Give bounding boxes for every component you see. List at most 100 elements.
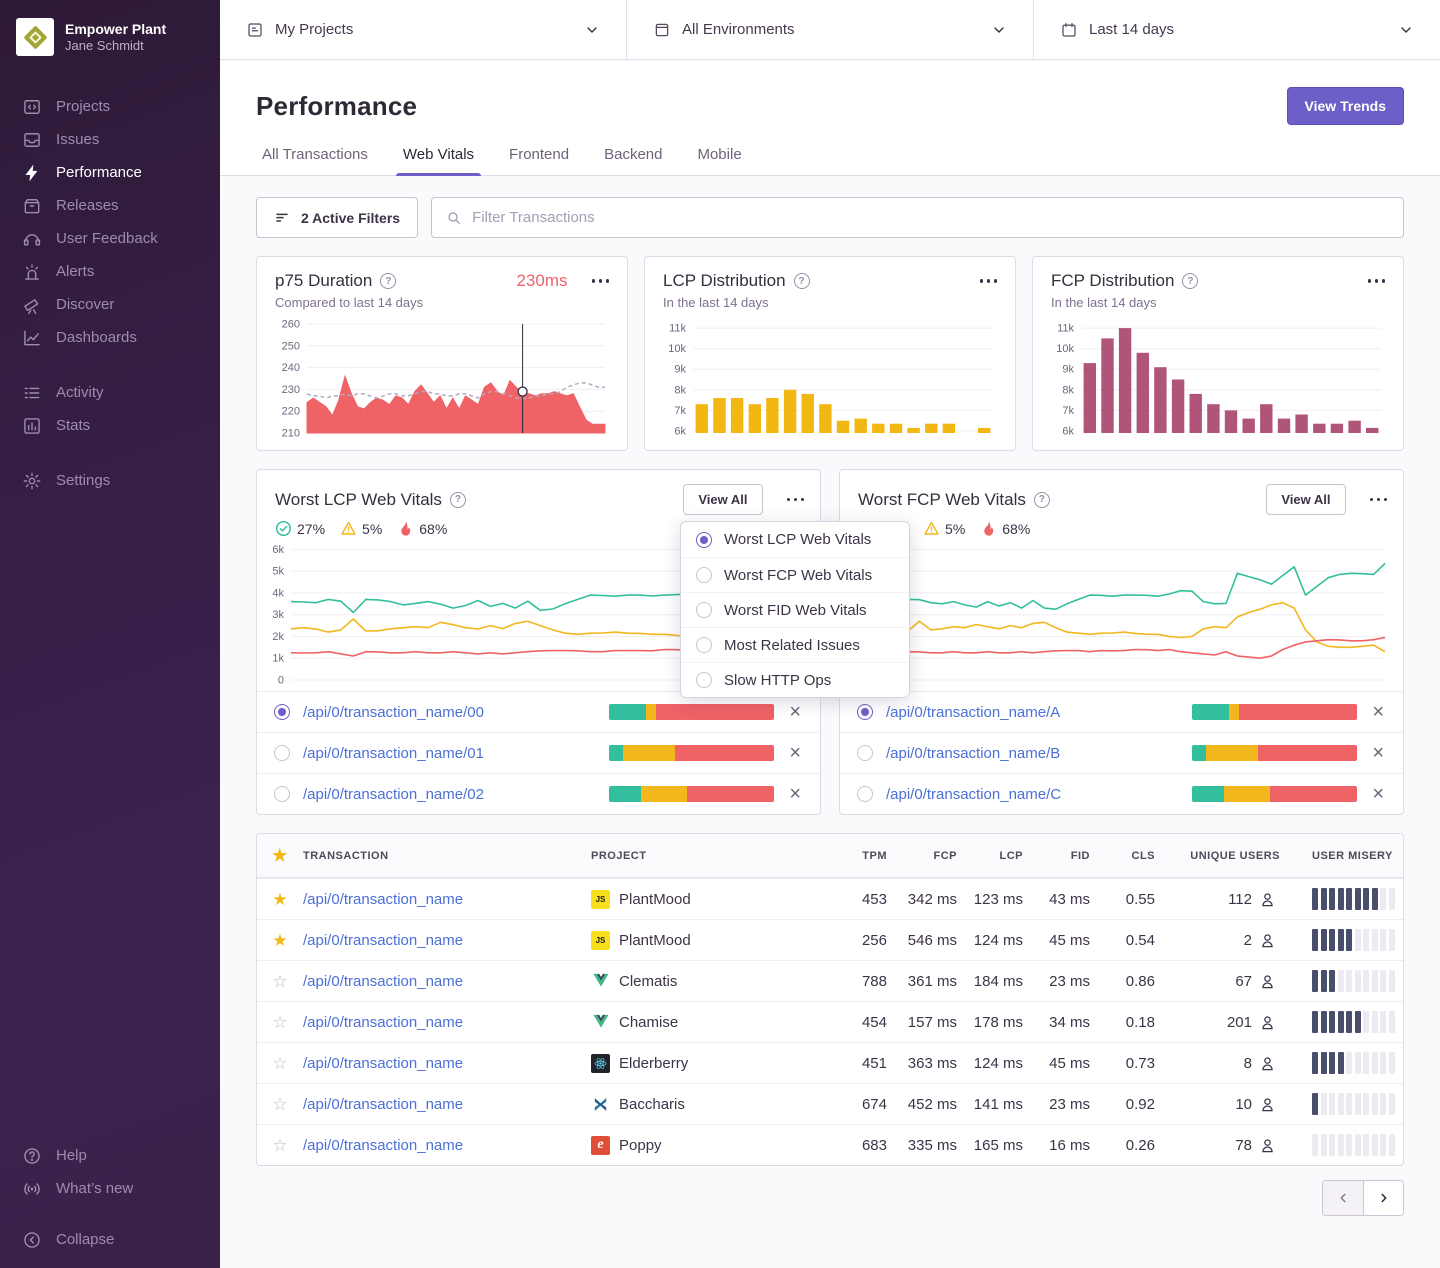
lcp-distribution-chart[interactable]: 6k7k8k9k10k11k bbox=[663, 318, 997, 438]
sidebar-item-alerts[interactable]: Alerts bbox=[0, 255, 220, 288]
svg-text:9k: 9k bbox=[1062, 364, 1074, 376]
help-icon[interactable]: ? bbox=[1034, 492, 1050, 508]
p75-duration-chart[interactable]: 210220230240250260 bbox=[275, 318, 609, 438]
user-misery-bar bbox=[1286, 1052, 1403, 1074]
tab-mobile[interactable]: Mobile bbox=[697, 146, 741, 175]
tpm-value: 674 bbox=[825, 1096, 893, 1113]
help-icon[interactable]: ? bbox=[450, 492, 466, 508]
more-options-icon[interactable] bbox=[980, 275, 998, 287]
help-icon[interactable]: ? bbox=[1182, 273, 1198, 289]
star-icon[interactable]: ★ bbox=[272, 932, 287, 949]
date-range-selector[interactable]: Last 14 days bbox=[1033, 0, 1440, 59]
star-icon[interactable]: ☆ bbox=[272, 1096, 287, 1113]
star-icon[interactable]: ☆ bbox=[272, 1014, 287, 1031]
close-icon[interactable]: × bbox=[787, 784, 803, 804]
transaction-link[interactable]: /api/0/transaction_name bbox=[303, 1055, 591, 1072]
column-header-unique-users[interactable]: UNIQUE USERS bbox=[1161, 850, 1286, 862]
radio-button[interactable] bbox=[857, 786, 873, 802]
fcp-distribution-chart[interactable]: 6k7k8k9k10k11k bbox=[1051, 318, 1385, 438]
tab-frontend[interactable]: Frontend bbox=[509, 146, 569, 175]
next-page-button[interactable] bbox=[1363, 1181, 1403, 1215]
tab-web-vitals[interactable]: Web Vitals bbox=[403, 146, 474, 175]
radio-button[interactable] bbox=[857, 745, 873, 761]
active-filters-button[interactable]: 2 Active Filters bbox=[256, 197, 418, 238]
transaction-link[interactable]: /api/0/transaction_name bbox=[303, 973, 591, 990]
transaction-link[interactable]: /api/0/transaction_name/A bbox=[886, 704, 1060, 721]
close-icon[interactable]: × bbox=[1370, 702, 1386, 722]
help-icon[interactable]: ? bbox=[794, 273, 810, 289]
menu-item-most-related-issues[interactable]: Most Related Issues bbox=[681, 627, 909, 662]
close-icon[interactable]: × bbox=[787, 743, 803, 763]
column-header-user-misery[interactable]: USER MISERY bbox=[1286, 850, 1403, 862]
sidebar-item-discover[interactable]: Discover bbox=[0, 288, 220, 321]
close-icon[interactable]: × bbox=[787, 702, 803, 722]
sidebar-item-user-feedback[interactable]: User Feedback bbox=[0, 222, 220, 255]
tab-backend[interactable]: Backend bbox=[604, 146, 662, 175]
more-options-icon[interactable] bbox=[592, 275, 610, 287]
radio-button[interactable] bbox=[274, 745, 290, 761]
sidebar-item-releases[interactable]: Releases bbox=[0, 189, 220, 222]
transaction-link[interactable]: /api/0/transaction_name/00 bbox=[303, 704, 484, 721]
transaction-link[interactable]: /api/0/transaction_name/02 bbox=[303, 786, 484, 803]
transaction-link[interactable]: /api/0/transaction_name bbox=[303, 891, 591, 908]
sidebar-item-help[interactable]: Help bbox=[0, 1139, 220, 1172]
column-header-fid[interactable]: FID bbox=[1029, 850, 1096, 862]
radio-button[interactable] bbox=[274, 704, 290, 720]
menu-item-label: Slow HTTP Ops bbox=[724, 672, 831, 689]
worst-fcp-chart[interactable]: 01k2k3k4k5k6k bbox=[848, 539, 1389, 685]
fid-value: 16 ms bbox=[1029, 1137, 1096, 1154]
view-all-button[interactable]: View All bbox=[683, 484, 762, 515]
menu-item-slow-http-ops[interactable]: Slow HTTP Ops bbox=[681, 662, 909, 697]
more-options-icon[interactable] bbox=[1370, 494, 1388, 506]
column-header-transaction[interactable]: TRANSACTION bbox=[303, 850, 591, 862]
transaction-link[interactable]: /api/0/transaction_name bbox=[303, 1096, 591, 1113]
tab-all-transactions[interactable]: All Transactions bbox=[262, 146, 368, 175]
menu-item-worst-fid-web-vitals[interactable]: Worst FID Web Vitals bbox=[681, 592, 909, 627]
sidebar-item-projects[interactable]: Projects bbox=[0, 90, 220, 123]
transaction-link[interactable]: /api/0/transaction_name/01 bbox=[303, 745, 484, 762]
transaction-link[interactable]: /api/0/transaction_name bbox=[303, 1014, 591, 1031]
search-input[interactable] bbox=[472, 209, 1389, 226]
menu-item-worst-lcp-web-vitals[interactable]: Worst LCP Web Vitals bbox=[681, 522, 909, 557]
help-icon[interactable]: ? bbox=[380, 273, 396, 289]
vitals-stacked-bar bbox=[1192, 786, 1357, 802]
view-all-button[interactable]: View All bbox=[1266, 484, 1345, 515]
radio-button[interactable] bbox=[857, 704, 873, 720]
column-header-cls[interactable]: CLS bbox=[1096, 850, 1161, 862]
sidebar-item-activity[interactable]: Activity bbox=[0, 376, 220, 409]
more-options-icon[interactable] bbox=[1368, 275, 1386, 287]
environment-selector[interactable]: All Environments bbox=[626, 0, 1033, 59]
flame-icon-badge: 68% bbox=[980, 520, 1030, 537]
menu-item-worst-fcp-web-vitals[interactable]: Worst FCP Web Vitals bbox=[681, 557, 909, 592]
sidebar-item-stats[interactable]: Stats bbox=[0, 409, 220, 442]
sidebar-item-dashboards[interactable]: Dashboards bbox=[0, 321, 220, 354]
ember-icon: e bbox=[591, 1136, 610, 1155]
project-selector[interactable]: My Projects bbox=[220, 0, 626, 59]
transaction-link[interactable]: /api/0/transaction_name bbox=[303, 932, 591, 949]
column-header-project[interactable]: PROJECT bbox=[591, 850, 825, 862]
more-options-icon[interactable] bbox=[787, 494, 805, 506]
star-icon[interactable]: ☆ bbox=[272, 973, 287, 990]
org-switcher[interactable]: Empower Plant Jane Schmidt bbox=[0, 0, 220, 62]
column-header-fcp[interactable]: FCP bbox=[893, 850, 963, 862]
close-icon[interactable]: × bbox=[1370, 784, 1386, 804]
transaction-link[interactable]: /api/0/transaction_name/B bbox=[886, 745, 1060, 762]
transaction-link[interactable]: /api/0/transaction_name/C bbox=[886, 786, 1061, 803]
star-icon[interactable]: ☆ bbox=[272, 1137, 287, 1154]
sidebar-item-issues[interactable]: Issues bbox=[0, 123, 220, 156]
transaction-link[interactable]: /api/0/transaction_name bbox=[303, 1137, 591, 1154]
view-trends-button[interactable]: View Trends bbox=[1287, 87, 1404, 125]
close-icon[interactable]: × bbox=[1370, 743, 1386, 763]
radio-button[interactable] bbox=[274, 786, 290, 802]
star-icon[interactable]: ★ bbox=[272, 847, 288, 864]
column-header-lcp[interactable]: LCP bbox=[963, 850, 1029, 862]
sidebar-item-collapse[interactable]: Collapse bbox=[0, 1223, 220, 1256]
star-icon[interactable]: ☆ bbox=[272, 1055, 287, 1072]
sidebar-item-label: Discover bbox=[56, 296, 114, 313]
sidebar-item-what-s-new[interactable]: What’s new bbox=[0, 1172, 220, 1205]
column-header-tpm[interactable]: TPM bbox=[825, 850, 893, 862]
sidebar-item-settings[interactable]: Settings bbox=[0, 464, 220, 497]
sidebar-item-performance[interactable]: Performance bbox=[0, 156, 220, 189]
previous-page-button[interactable] bbox=[1323, 1181, 1363, 1215]
star-icon[interactable]: ★ bbox=[272, 891, 287, 908]
